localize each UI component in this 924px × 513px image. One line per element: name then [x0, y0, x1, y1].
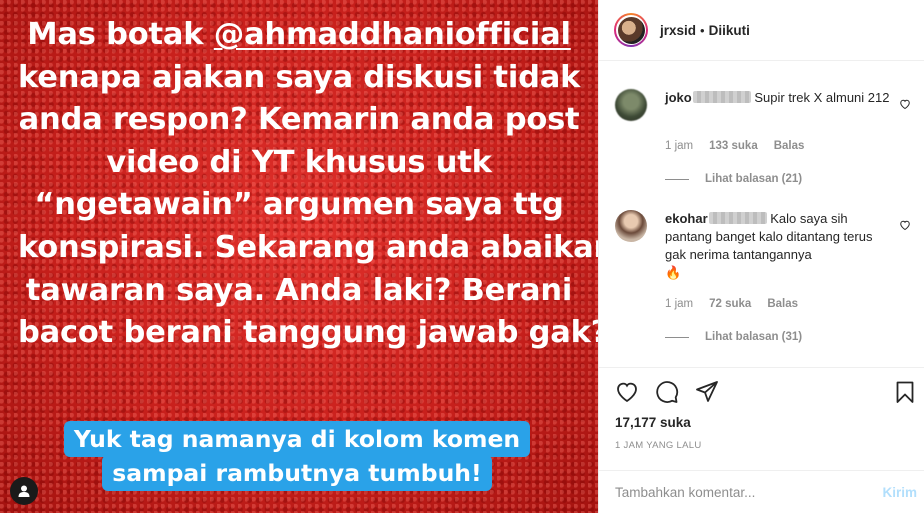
separator-dot: • [700, 22, 705, 38]
divider [665, 178, 689, 180]
comment-input[interactable] [615, 485, 865, 500]
comment-avatar[interactable] [615, 210, 647, 242]
comment-username[interactable]: joko [665, 90, 692, 105]
story-line-1: Mas botak @ahmaddhaniofficial [27, 17, 571, 52]
add-comment-bar: Kirim [599, 470, 924, 513]
view-replies-label: Lihat balasan (31) [705, 331, 803, 343]
view-replies-button[interactable]: Lihat balasan (21) [665, 173, 802, 185]
header-username[interactable]: jrxsid [660, 23, 696, 38]
comment-avatar[interactable] [615, 89, 647, 121]
cta-line-1: Yuk tag namanya di kolom komen [63, 421, 531, 457]
share-icon[interactable] [695, 380, 719, 404]
redacted-name [708, 212, 767, 224]
avatar[interactable] [614, 13, 648, 47]
reply-button[interactable]: Balas [767, 298, 798, 310]
comment-body: joko Supir trek X almuni 212 [665, 89, 891, 107]
cta-line-2: sampai rambutnya tumbuh! [102, 455, 492, 491]
comment-likes[interactable]: 133 suka [709, 140, 758, 152]
comments-list[interactable]: joko Supir trek X almuni 212 1 jam 133 s… [599, 61, 924, 367]
post-comment-button[interactable]: Kirim [882, 485, 917, 500]
post-sidebar: jrxsid • Diikuti joko Supir trek X almun… [598, 0, 924, 513]
heart-icon[interactable] [615, 380, 639, 404]
follow-status[interactable]: Diikuti [709, 23, 750, 38]
bookmark-icon[interactable] [893, 380, 917, 404]
view-replies-label: Lihat balasan (21) [705, 173, 803, 185]
story-line-4: video di YT khusus utk [106, 144, 492, 180]
action-icons [615, 380, 917, 406]
comment-heart-icon[interactable] [899, 219, 911, 231]
story-text: Mas botak @ahmaddhaniofficial kenapa aja… [18, 14, 598, 355]
comment-text: Supir trek X almuni 212 [754, 90, 890, 105]
cta-banner: Yuk tag namanya di kolom komen sampai ra… [62, 421, 532, 491]
comment-likes[interactable]: 72 suka [709, 298, 751, 310]
post-header: jrxsid • Diikuti [599, 0, 924, 61]
post-media[interactable]: Mas botak @ahmaddhaniofficial kenapa aja… [0, 0, 598, 513]
reply-button[interactable]: Balas [774, 140, 805, 152]
story-line-5: “ngetawain” argumen saya ttg [34, 187, 564, 223]
comment-time: 1 jam [665, 140, 694, 152]
story-line-3: anda respon? Kemarin anda post [18, 102, 580, 138]
story-line-2: kenapa ajakan saya diskusi tidak [18, 59, 581, 95]
comment-meta: 1 jam 72 suka Balas [665, 298, 798, 310]
story-line-6: konspirasi. Sekarang anda abaikan [18, 229, 598, 265]
mention-link[interactable]: @ahmaddhaniofficial [214, 17, 571, 52]
comment-meta: 1 jam 133 suka Balas [665, 140, 804, 152]
fire-emoji: 🔥 [665, 265, 682, 280]
comment-time: 1 jam [665, 298, 694, 310]
redacted-name [692, 91, 751, 103]
story-line-8: bacot berani tanggung jawab gak? [18, 315, 598, 351]
like-count[interactable]: 17,177 suka [615, 415, 691, 430]
comment-username[interactable]: ekohar [665, 211, 708, 226]
story-line-7: tawaran saya. Anda laki? Berani [25, 272, 573, 308]
comment-body: ekohar Kalo saya sih pantang banget kalo… [665, 210, 891, 282]
comment-item: joko Supir trek X almuni 212 1 jam 133 s… [615, 89, 915, 209]
view-replies-button[interactable]: Lihat balasan (31) [665, 331, 802, 343]
comment-item: ekohar Kalo saya sih pantang banget kalo… [615, 210, 915, 360]
user-tag-icon[interactable] [10, 477, 38, 505]
posted-time[interactable]: 1 JAM YANG LALU [615, 440, 702, 451]
post-actions: 17,177 suka 1 JAM YANG LALU Kirim [599, 367, 924, 513]
divider [665, 336, 689, 338]
comment-icon[interactable] [655, 380, 679, 404]
comment-heart-icon[interactable] [899, 98, 911, 110]
